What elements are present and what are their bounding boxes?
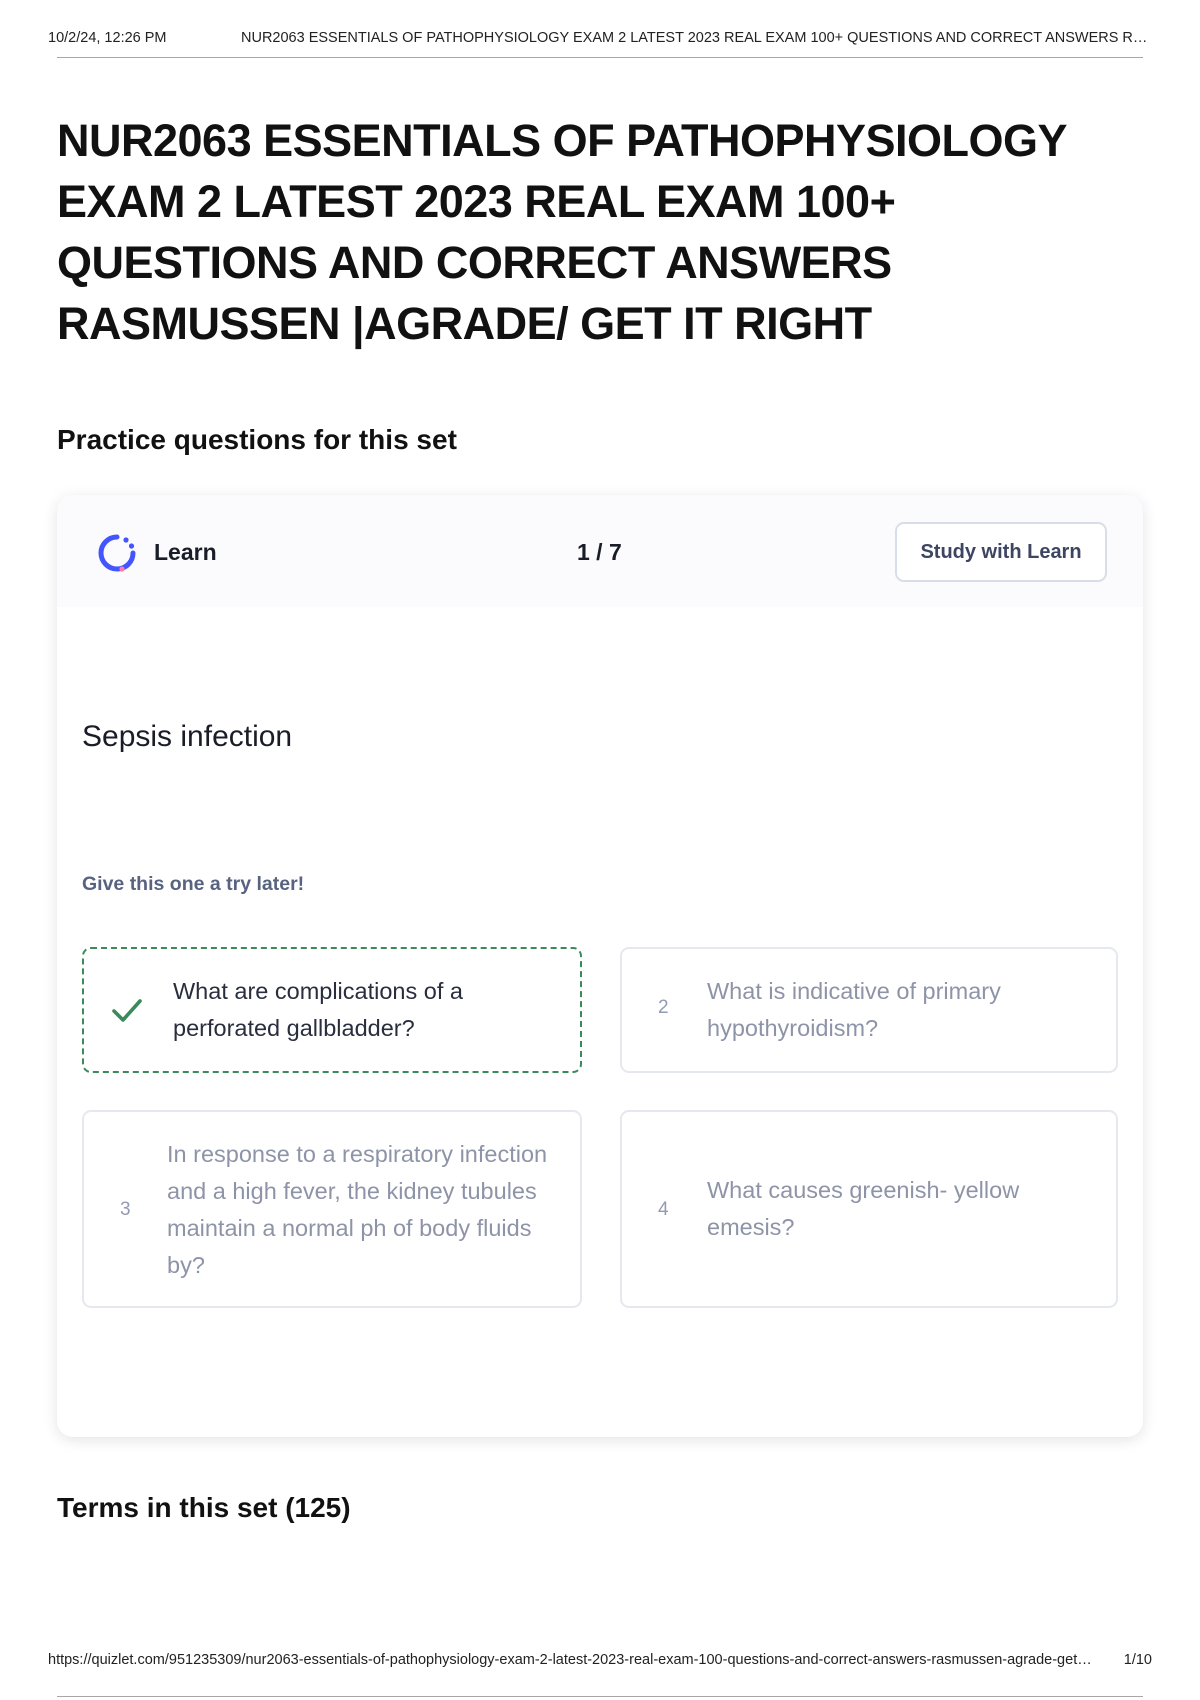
answer-option-number: 4 <box>658 1199 669 1220</box>
answer-option-2[interactable]: 2 What is indicative of primary hypothyr… <box>620 947 1118 1073</box>
learn-icon <box>98 534 136 572</box>
answer-option-text: What are complications of a perforated g… <box>173 978 463 1041</box>
answer-option-text: What causes greenish- yellow emesis? <box>707 1177 1020 1240</box>
answer-option-3[interactable]: 3 In response to a respiratory infection… <box>82 1110 582 1308</box>
print-datetime: 10/2/24, 12:26 PM <box>48 30 167 46</box>
try-later-hint: Give this one a try later! <box>82 873 305 895</box>
learn-card-header: Learn 1 / 7 Study with Learn <box>57 495 1143 607</box>
print-footer: https://quizlet.com/951235309/nur2063-es… <box>48 1652 1152 1672</box>
question-prompt: Sepsis infection <box>82 720 293 753</box>
learn-mode-label: Learn <box>154 539 217 565</box>
answer-option-number: 2 <box>658 997 669 1018</box>
progress-counter: 1 / 7 <box>577 539 622 565</box>
page-title: NUR2063 ESSENTIALS OF PATHOPHYSIOLOGY EX… <box>57 115 1067 349</box>
header-divider <box>57 57 1143 58</box>
study-with-learn-button[interactable]: Study with Learn <box>895 522 1107 582</box>
practice-questions-heading: Practice questions for this set <box>57 424 457 455</box>
footer-divider <box>57 1696 1143 1697</box>
check-icon <box>112 999 142 1022</box>
answer-option-text: What is indicative of primary hypothyroi… <box>707 978 1001 1041</box>
terms-heading: Terms in this set (125) <box>57 1492 351 1523</box>
print-page-number: 1/10 <box>1123 1652 1152 1668</box>
answer-option-text: In response to a respiratory infection a… <box>167 1141 548 1278</box>
answer-option-1[interactable]: What are complications of a perforated g… <box>82 947 582 1073</box>
answer-option-number: 3 <box>120 1199 131 1220</box>
print-header: 10/2/24, 12:26 PM NUR2063 ESSENTIALS OF … <box>48 30 1152 50</box>
print-document-title: NUR2063 ESSENTIALS OF PATHOPHYSIOLOGY EX… <box>241 30 1151 46</box>
answer-option-4[interactable]: 4 What causes greenish- yellow emesis? <box>620 1110 1118 1308</box>
print-url: https://quizlet.com/951235309/nur2063-es… <box>48 1652 1094 1668</box>
learn-practice-card: Learn 1 / 7 Study with Learn Sepsis infe… <box>57 495 1143 1437</box>
